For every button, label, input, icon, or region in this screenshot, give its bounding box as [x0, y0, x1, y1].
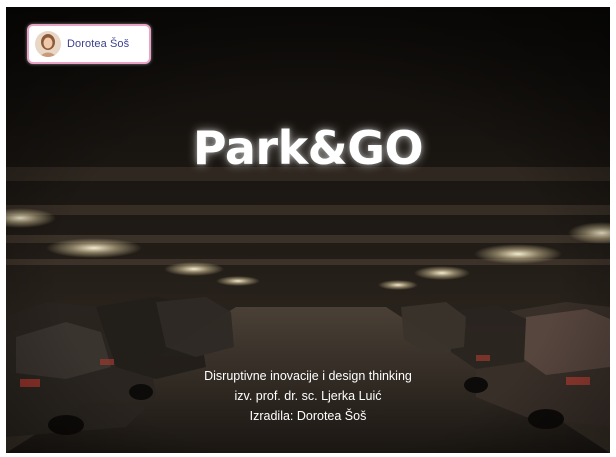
- professor-name: izv. prof. dr. sc. Ljerka Luić: [234, 389, 382, 403]
- presenter-badge: Dorotea Šoš: [27, 24, 151, 64]
- avatar: [35, 31, 61, 57]
- author-line: Izradila: Dorotea Šoš: [249, 409, 367, 423]
- presenter-name: Dorotea Šoš: [67, 38, 130, 50]
- course-name: Disruptivne inovacije i design thinking: [204, 369, 412, 383]
- presentation-slide: Dorotea Šoš Park&GO Disruptivne inovacij…: [6, 7, 610, 453]
- slide-subtitle: Disruptivne inovacije i design thinking …: [6, 366, 610, 426]
- slide-title: Park&GO: [192, 121, 424, 175]
